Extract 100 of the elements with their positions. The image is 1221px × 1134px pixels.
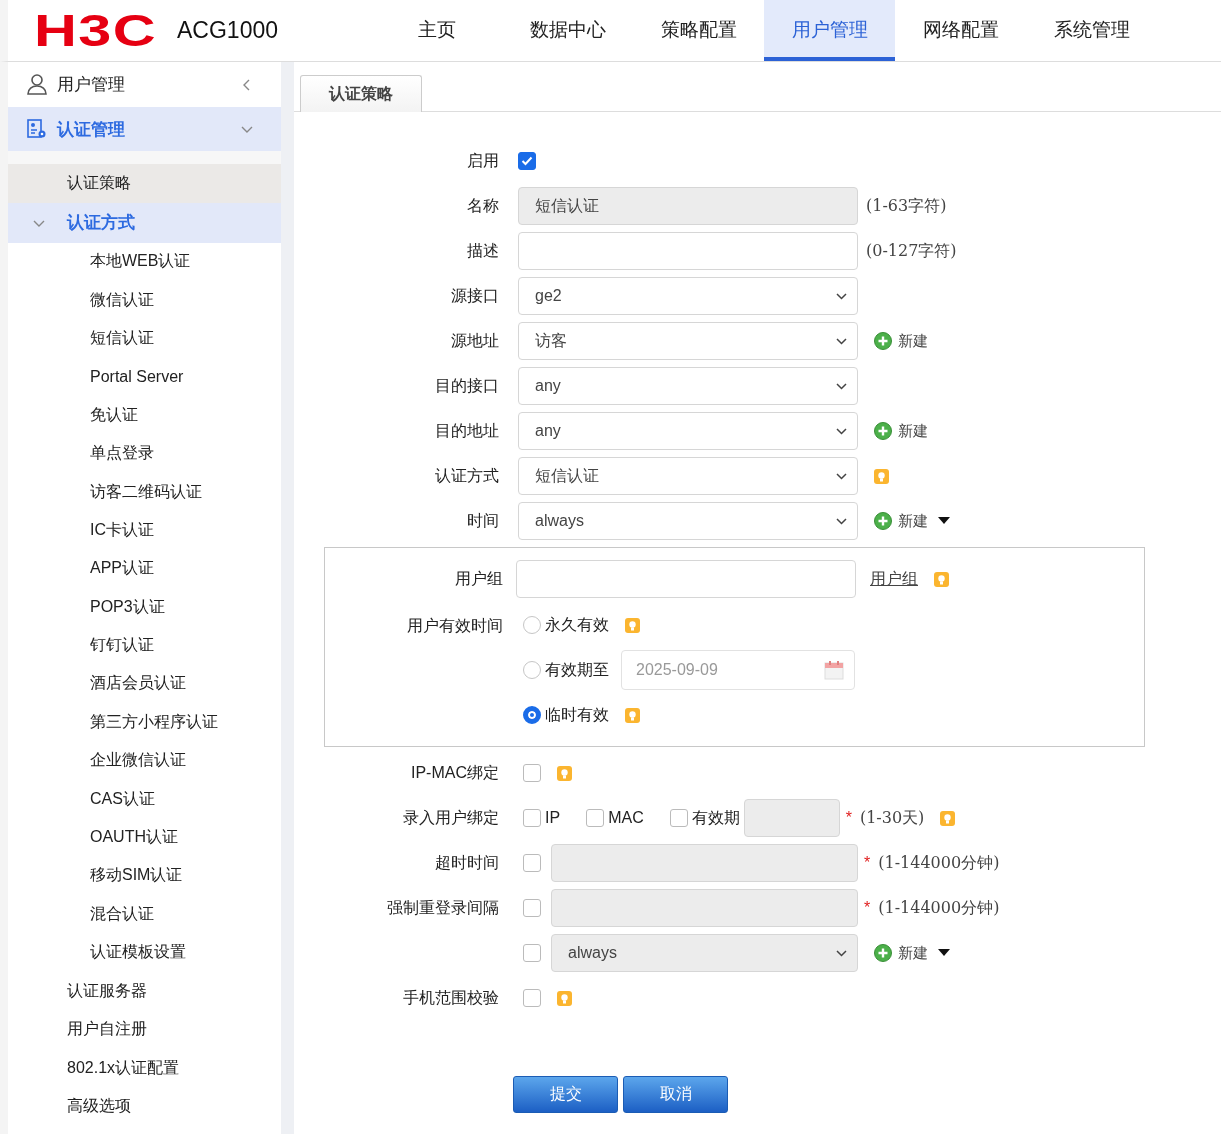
sidebar-subitem[interactable]: 酒店会员认证 (8, 664, 281, 704)
radio-button[interactable] (523, 661, 541, 679)
sidebar-subitem[interactable]: 单点登录 (8, 434, 281, 473)
sidebar-subitem[interactable]: 访客二维码认证 (8, 472, 281, 512)
calendar-icon[interactable] (824, 660, 844, 680)
field-label: 超时时间 (434, 852, 499, 873)
required-mark: * (845, 809, 852, 827)
sidebar-subitem[interactable]: 企业微信认证 (8, 741, 281, 780)
sidebar-subitem[interactable]: 认证模板设置 (8, 933, 281, 972)
new-button[interactable]: 新建 (874, 421, 928, 441)
nav-tab[interactable]: 用户管理 (764, 0, 895, 61)
field-label: 描述 (466, 240, 499, 261)
field-label: 用户组 (454, 568, 503, 589)
lightbulb-icon[interactable] (940, 810, 956, 826)
field-label: 用户有效时间 (406, 616, 503, 636)
field-label: 认证方式 (434, 465, 499, 486)
option-label: 临时有效 (545, 704, 609, 725)
dropdown-field[interactable]: any (518, 412, 858, 450)
dropdown-field[interactable]: any (518, 367, 858, 405)
sidebar-subitem[interactable]: 本地WEB认证 (8, 242, 281, 281)
checkbox[interactable] (523, 944, 541, 962)
chevron-down-icon (836, 337, 847, 345)
field-label: 源接口 (450, 285, 499, 306)
sidebar-subitem[interactable]: 移动SIM认证 (8, 856, 281, 896)
sidebar-subitem[interactable]: APP认证 (8, 549, 281, 588)
sidebar-subitem[interactable]: 免认证 (8, 396, 281, 435)
new-button[interactable]: 新建 (874, 511, 928, 531)
lightbulb-icon[interactable] (625, 617, 640, 633)
checkbox[interactable] (523, 809, 541, 827)
dropdown-field[interactable]: always (551, 934, 858, 972)
nav-tab[interactable]: 系统管理 (1026, 0, 1157, 61)
hint-text: (0-127字符) (866, 240, 957, 262)
chevron-down-icon (836, 427, 847, 435)
field-label: 时间 (466, 510, 499, 531)
user-icon (27, 74, 47, 95)
plus-circle-icon (874, 944, 892, 962)
text-field[interactable] (518, 232, 858, 270)
new-button[interactable]: 新建 (874, 943, 928, 963)
sidebar-subitem[interactable]: 第三方小程序认证 (8, 703, 281, 742)
sidebar-subitem[interactable]: 微信认证 (8, 280, 281, 320)
sidebar-subitem[interactable]: 混合认证 (8, 895, 281, 934)
sidebar-subitem[interactable]: IC卡认证 (8, 511, 281, 550)
chevron-down-icon (836, 949, 847, 957)
new-button[interactable]: 新建 (874, 331, 928, 351)
sidebar-subitem[interactable]: CAS认证 (8, 779, 281, 819)
lightbulb-icon[interactable] (874, 468, 889, 484)
checkbox[interactable] (669, 809, 688, 827)
sidebar-subitem[interactable]: 钉钉认证 (8, 626, 281, 665)
field-label: 目的接口 (434, 375, 499, 396)
lightbulb-icon[interactable] (934, 571, 949, 587)
hint-text: (1-30天) (859, 807, 925, 829)
chevron-down-icon (836, 517, 847, 525)
chevron-down-icon (836, 472, 847, 480)
dropdown-field[interactable]: ge2 (518, 277, 858, 315)
dropdown-field[interactable]: always (518, 502, 858, 540)
field-label: 启用 (466, 150, 499, 171)
sidebar-subitem[interactable]: 短信认证 (8, 319, 281, 358)
form-button[interactable]: 取消 (623, 1076, 728, 1113)
sidebar-item[interactable]: 认证方式 (8, 202, 281, 243)
caret-down-icon[interactable] (938, 517, 950, 525)
checkbox[interactable] (523, 764, 541, 782)
text-field[interactable] (551, 844, 858, 882)
checkbox[interactable] (523, 854, 541, 872)
user-group-link[interactable]: 用户组 (870, 568, 918, 590)
lightbulb-icon[interactable] (557, 990, 572, 1006)
text-field[interactable] (516, 560, 856, 598)
sidebar-item[interactable]: 认证策略 (8, 164, 281, 203)
text-field[interactable] (743, 799, 840, 837)
product-name: ACG1000 (177, 17, 279, 44)
chevron-down-icon (836, 292, 847, 300)
field-label: 目的地址 (434, 420, 499, 441)
nav-tab[interactable]: 策略配置 (633, 0, 764, 61)
text-field[interactable] (551, 889, 858, 927)
sidebar-subitem[interactable]: POP3认证 (8, 588, 281, 627)
dropdown-field[interactable]: 访客 (518, 322, 858, 360)
checkbox[interactable] (586, 809, 605, 827)
tab[interactable]: 认证策略 (300, 75, 422, 112)
nav-tab[interactable]: 主页 (371, 0, 502, 61)
sidebar-section[interactable]: 认证管理 (8, 107, 281, 151)
caret-down-icon[interactable] (938, 949, 950, 957)
option-label: 有效期 (691, 807, 740, 828)
checkbox[interactable] (523, 899, 541, 917)
sidebar-subitem[interactable]: Portal Server (8, 357, 281, 397)
lightbulb-icon[interactable] (557, 765, 572, 781)
nav-tab[interactable]: 数据中心 (502, 0, 633, 61)
sidebar-subitem[interactable]: OAUTH认证 (8, 818, 281, 857)
lightbulb-icon[interactable] (625, 707, 640, 723)
dropdown-field[interactable]: 短信认证 (518, 457, 858, 495)
checkbox[interactable] (518, 152, 536, 170)
form-button[interactable]: 提交 (513, 1076, 618, 1113)
required-mark: * (864, 854, 871, 872)
field-label: 手机范围校验 (402, 987, 499, 1008)
radio-button[interactable] (523, 706, 541, 724)
plus-circle-icon (874, 422, 892, 440)
sidebar-header[interactable]: 用户管理 (8, 62, 281, 107)
radio-button[interactable] (523, 616, 541, 634)
nav-tab[interactable]: 网络配置 (895, 0, 1026, 61)
checkbox[interactable] (523, 989, 541, 1007)
field-label: 名称 (466, 195, 499, 216)
option-label: 有效期至 (545, 659, 609, 680)
